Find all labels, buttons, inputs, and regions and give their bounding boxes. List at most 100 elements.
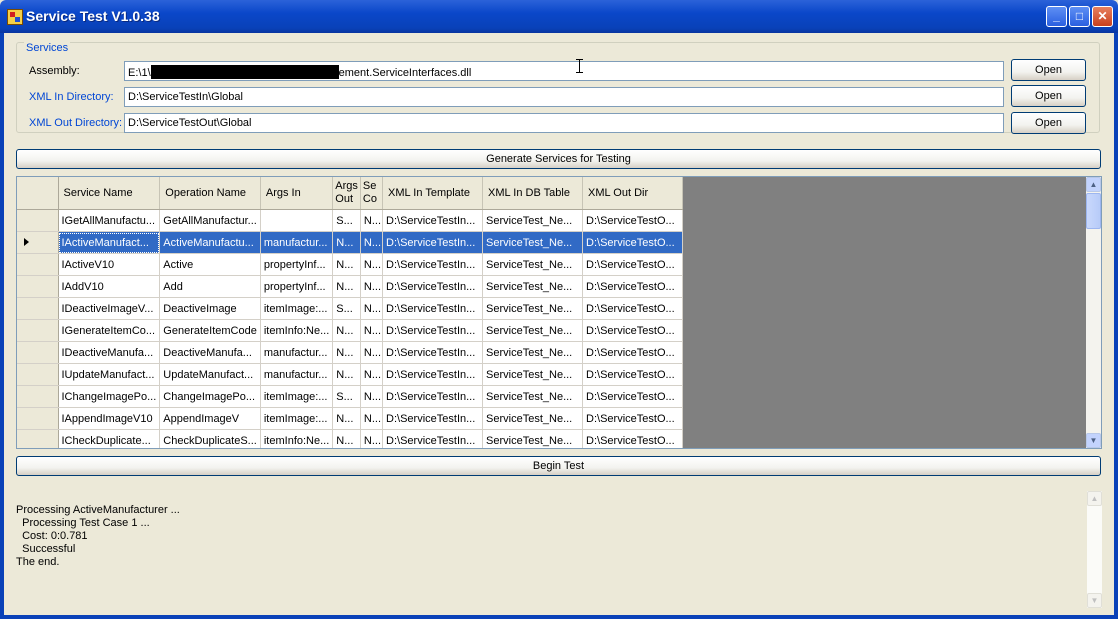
table-row[interactable]: IGenerateItemCo... GenerateItemCode itemIn… — [17, 319, 684, 342]
services-grid[interactable]: Service Name Operation Name Args In Args… — [16, 176, 1102, 449]
table-cell[interactable]: D:\ServiceTestIn... — [382, 341, 484, 364]
table-cell[interactable]: itemImage:... — [260, 407, 334, 430]
table-cell[interactable]: D:\ServiceTestO... — [582, 363, 684, 386]
table-cell[interactable]: propertyInf... — [260, 253, 334, 276]
table-cell[interactable]: D:\ServiceTestIn... — [382, 231, 484, 254]
title-bar[interactable]: Service Test V1.0.38 _ □ ✕ — [0, 0, 1118, 33]
table-cell[interactable]: D:\ServiceTestIn... — [382, 385, 484, 408]
table-cell[interactable]: DeactiveManufa... — [159, 341, 261, 364]
table-cell[interactable]: ServiceTest_Ne... — [482, 209, 584, 232]
table-cell[interactable]: IChangeImagePo... — [58, 385, 161, 408]
table-cell[interactable]: N... — [360, 275, 384, 298]
scroll-up-arrow-icon[interactable]: ▲ — [1086, 177, 1101, 192]
table-cell[interactable]: D:\ServiceTestO... — [582, 319, 684, 342]
table-cell[interactable]: S... — [332, 209, 361, 232]
table-cell[interactable]: N... — [332, 363, 361, 386]
table-cell[interactable]: ServiceTest_Ne... — [482, 363, 584, 386]
table-cell[interactable]: D:\ServiceTestIn... — [382, 363, 484, 386]
table-cell[interactable]: D:\ServiceTestIn... — [382, 209, 484, 232]
table-cell[interactable]: Add — [159, 275, 261, 298]
table-cell[interactable]: IAppendImageV10 — [58, 407, 161, 430]
table-cell[interactable]: N... — [360, 385, 384, 408]
table-cell[interactable]: N... — [332, 253, 361, 276]
table-cell[interactable]: D:\ServiceTestIn... — [382, 319, 484, 342]
table-row[interactable]: IChangeImagePo... ChangeImagePo... itemIma… — [17, 385, 684, 408]
table-cell[interactable]: N... — [360, 209, 384, 232]
table-cell[interactable]: ServiceTest_Ne... — [482, 297, 584, 320]
table-cell[interactable]: IGetAllManufactu... — [58, 209, 161, 232]
grid-vertical-scrollbar[interactable]: ▲ ▼ — [1086, 177, 1101, 448]
table-cell[interactable]: IGenerateItemCo... — [58, 319, 161, 342]
table-cell[interactable]: ICheckDuplicate... — [58, 429, 161, 448]
table-cell[interactable]: GenerateItemCode — [159, 319, 261, 342]
table-cell[interactable]: N... — [332, 429, 361, 448]
table-cell[interactable]: N... — [360, 363, 384, 386]
table-row[interactable]: ICheckDuplicate... CheckDuplicateS... item… — [17, 429, 684, 448]
table-cell[interactable]: D:\ServiceTestO... — [582, 429, 684, 448]
table-row[interactable]: IUpdateManufact... UpdateManufact... manuf… — [17, 363, 684, 386]
table-cell[interactable]: N... — [360, 319, 384, 342]
table-cell[interactable]: IDeactiveImageV... — [58, 297, 161, 320]
column-header[interactable]: Operation Name — [159, 177, 261, 210]
table-cell[interactable]: D:\ServiceTestIn... — [382, 429, 484, 448]
row-header[interactable] — [17, 209, 59, 232]
table-cell[interactable]: N... — [360, 407, 384, 430]
table-cell[interactable]: ServiceTest_Ne... — [482, 253, 584, 276]
xml-in-open-button[interactable]: Open — [1011, 85, 1086, 107]
log-scroll-down-arrow-icon[interactable]: ▼ — [1087, 593, 1102, 608]
table-cell[interactable]: IActiveV10 — [58, 253, 161, 276]
table-cell[interactable]: S... — [332, 297, 361, 320]
row-header[interactable] — [17, 319, 59, 342]
log-scroll-up-arrow-icon[interactable]: ▲ — [1087, 491, 1102, 506]
table-cell[interactable]: itemImage:... — [260, 297, 334, 320]
table-cell[interactable]: ServiceTest_Ne... — [482, 319, 584, 342]
row-header[interactable] — [17, 275, 59, 298]
xml-in-input[interactable]: D:\ServiceTestIn\Global — [124, 87, 1004, 107]
table-cell[interactable]: CheckDuplicateS... — [159, 429, 261, 448]
table-cell[interactable]: manufactur... — [260, 341, 334, 364]
maximize-button[interactable]: □ — [1069, 6, 1090, 27]
row-header[interactable] — [17, 341, 59, 364]
table-cell[interactable]: N... — [332, 407, 361, 430]
table-cell[interactable]: Active — [159, 253, 261, 276]
scroll-down-arrow-icon[interactable]: ▼ — [1086, 433, 1101, 448]
table-cell[interactable]: DeactiveImage — [159, 297, 261, 320]
row-header[interactable] — [17, 429, 59, 448]
table-cell[interactable]: N... — [332, 319, 361, 342]
close-button[interactable]: ✕ — [1092, 6, 1113, 27]
table-cell[interactable]: ServiceTest_Ne... — [482, 231, 584, 254]
table-cell[interactable]: D:\ServiceTestIn... — [382, 297, 484, 320]
column-header[interactable]: Args Out — [332, 177, 361, 210]
table-cell[interactable]: UpdateManufact... — [159, 363, 261, 386]
assembly-input[interactable]: E:\1\ ement.ServiceInterfaces.dll — [124, 61, 1004, 81]
table-cell[interactable]: propertyInf... — [260, 275, 334, 298]
table-cell[interactable]: ChangeImagePo... — [159, 385, 261, 408]
table-cell[interactable]: D:\ServiceTestO... — [582, 407, 684, 430]
scrollbar-thumb[interactable] — [1086, 193, 1101, 229]
table-cell[interactable]: ServiceTest_Ne... — [482, 341, 584, 364]
table-cell[interactable]: IAddV10 — [58, 275, 161, 298]
column-header[interactable]: XML In DB Table — [482, 177, 584, 210]
begin-test-button[interactable]: Begin Test — [16, 456, 1101, 476]
column-header[interactable]: Se Co — [360, 177, 384, 210]
table-cell[interactable]: D:\ServiceTestO... — [582, 341, 684, 364]
table-cell[interactable]: N... — [360, 231, 384, 254]
table-cell[interactable]: manufactur... — [260, 231, 334, 254]
table-row[interactable]: IActiveManufact... ActiveManufactu... manu… — [17, 231, 684, 254]
table-cell[interactable]: N... — [360, 297, 384, 320]
column-header[interactable]: Args In — [260, 177, 334, 210]
table-cell[interactable]: N... — [332, 341, 361, 364]
table-cell[interactable]: ServiceTest_Ne... — [482, 275, 584, 298]
app-icon[interactable] — [7, 9, 23, 25]
row-header[interactable] — [17, 407, 59, 430]
column-header[interactable]: XML In Template — [382, 177, 484, 210]
row-header[interactable] — [17, 363, 59, 386]
table-cell[interactable] — [260, 209, 334, 232]
table-cell[interactable]: IActiveManufact... — [58, 231, 161, 254]
table-cell[interactable]: ServiceTest_Ne... — [482, 429, 584, 448]
row-header[interactable] — [17, 297, 59, 320]
generate-services-button[interactable]: Generate Services for Testing — [16, 149, 1101, 169]
column-header[interactable]: Service Name — [58, 177, 161, 210]
table-cell[interactable]: AppendImageV — [159, 407, 261, 430]
table-cell[interactable]: ActiveManufactu... — [159, 231, 261, 254]
